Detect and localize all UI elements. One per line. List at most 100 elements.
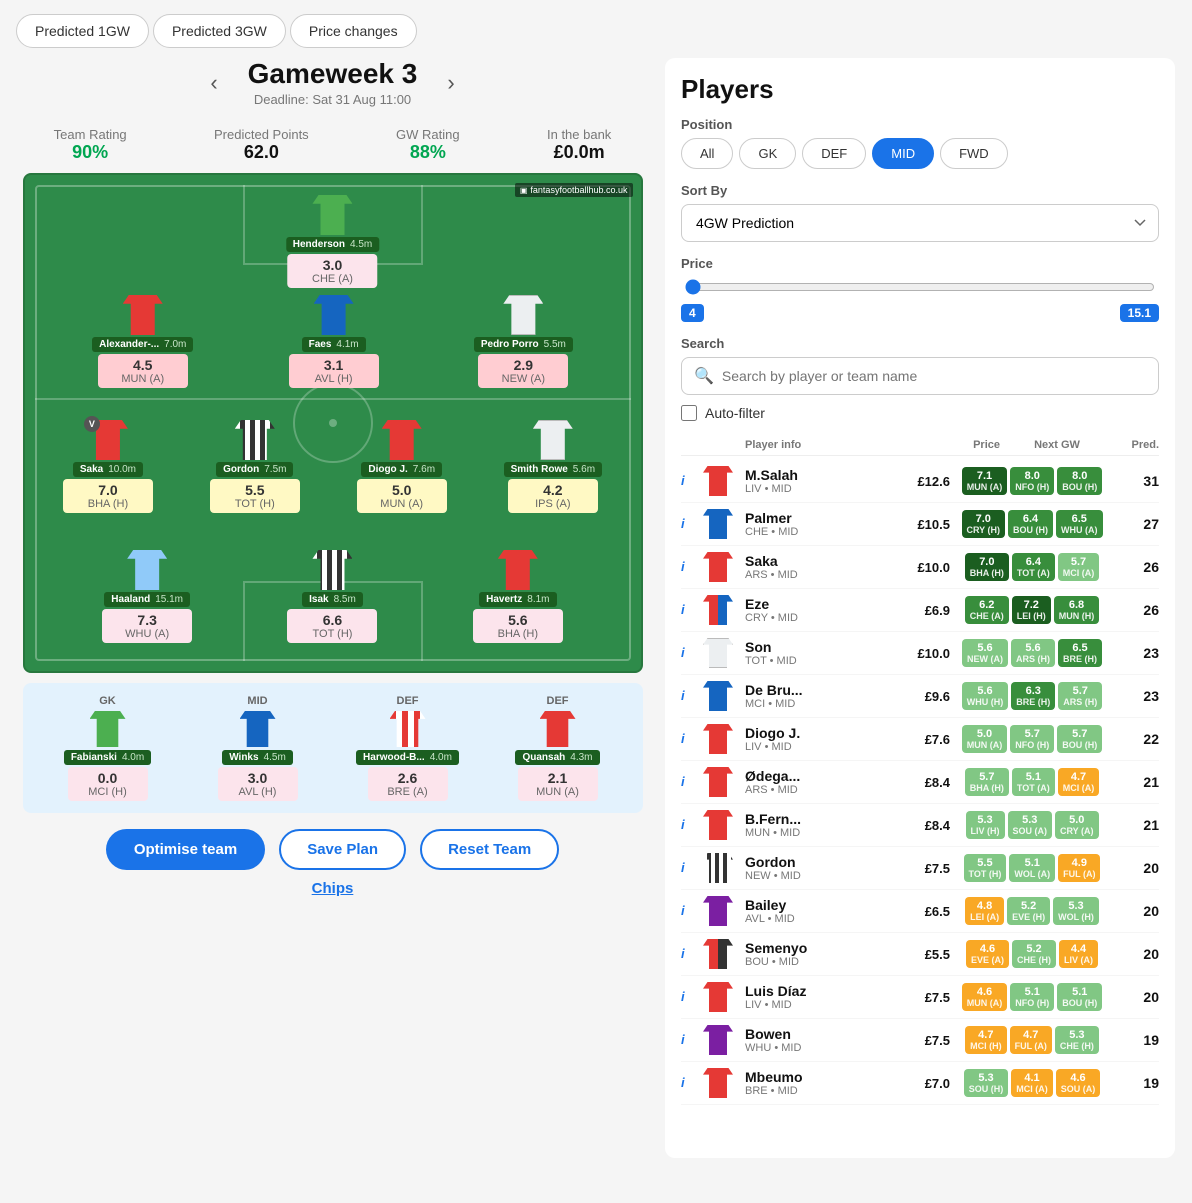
player-shirt-mini (703, 509, 739, 539)
fixture-badge: 6.8 MUN (H) (1054, 596, 1100, 624)
player-list-item[interactable]: i Eze CRY • MID £6.9 6.2 CHE (A) 7.2 LEI… (681, 589, 1159, 632)
player-info-icon[interactable]: i (681, 945, 697, 963)
player-haaland[interactable]: Haaland15.1m 7.3WHU (A) (102, 550, 192, 643)
pos-fwd[interactable]: FWD (940, 138, 1008, 169)
player-shirt-mini (703, 595, 739, 625)
player-isak[interactable]: Isak8.5m 6.6TOT (H) (287, 550, 377, 643)
player-list-item[interactable]: i Mbeumo BRE • MID £7.0 5.3 SOU (H) 4.1 … (681, 1062, 1159, 1105)
player-info-icon[interactable]: i (681, 859, 697, 877)
player-pedro-porro[interactable]: Pedro Porro5.5m 2.9NEW (A) (474, 295, 573, 388)
fixture-badge: 5.3 WOL (H) (1053, 897, 1099, 925)
player-list-item[interactable]: i Saka ARS • MID £10.0 7.0 BHA (H) 6.4 T… (681, 546, 1159, 589)
tab-predicted-1gw[interactable]: Predicted 1GW (16, 14, 149, 48)
gameweek-title: Gameweek 3 (248, 58, 418, 90)
player-fixtures: 5.6 WHU (H) 6.3 BRE (H) 5.7 ARS (H) (950, 682, 1114, 710)
pos-mid[interactable]: MID (872, 138, 934, 169)
player-pred: 26 (1114, 602, 1159, 618)
player-list-item[interactable]: i Son TOT • MID £10.0 5.6 NEW (A) 5.6 AR… (681, 632, 1159, 675)
tab-price-changes[interactable]: Price changes (290, 14, 417, 48)
player-havertz[interactable]: Havertz8.1m 5.6BHA (H) (473, 550, 563, 643)
player-name-col: Bowen WHU • MID (745, 1026, 895, 1054)
fixture-badge: 5.7 NFO (H) (1010, 725, 1054, 753)
player-info-icon[interactable]: i (681, 902, 697, 920)
player-list-item[interactable]: i Luis Díaz LIV • MID £7.5 4.6 MUN (A) 5… (681, 976, 1159, 1019)
player-saka[interactable]: V Saka10.0m 7.0BHA (H) (63, 420, 153, 513)
player-price: £10.5 (895, 517, 950, 532)
bench-fabianski[interactable]: GK Fabianski4.0m 0.0MCI (H) (48, 695, 168, 801)
player-shirt-mini (703, 638, 739, 668)
player-info-icon[interactable]: i (681, 687, 697, 705)
player-info-icon[interactable]: i (681, 644, 697, 662)
fixture-badge: 5.3 LIV (H) (966, 811, 1005, 839)
player-list-item[interactable]: i Semenyo BOU • MID £5.5 4.6 EVE (A) 5.2… (681, 933, 1159, 976)
gameweek-deadline: Deadline: Sat 31 Aug 11:00 (248, 92, 418, 107)
player-name-col: Semenyo BOU • MID (745, 940, 895, 968)
bench-quansah[interactable]: DEF Quansah4.3m 2.1MUN (A) (498, 695, 618, 801)
player-list-item[interactable]: i Ødega... ARS • MID £8.4 5.7 BHA (H) 5.… (681, 761, 1159, 804)
sort-select[interactable]: 4GW Prediction Price Total Points Form (681, 204, 1159, 242)
player-smith-rowe[interactable]: Smith Rowe5.6m 4.2IPS (A) (504, 420, 602, 513)
player-gordon[interactable]: Gordon7.5m 5.5TOT (H) (210, 420, 300, 513)
player-shirt-mini (703, 1068, 739, 1098)
player-diogo-j[interactable]: Diogo J.7.6m 5.0MUN (A) (357, 420, 447, 513)
search-input[interactable] (722, 368, 1146, 384)
player-pred: 19 (1114, 1032, 1159, 1048)
player-fixtures: 5.5 TOT (H) 5.1 WOL (A) 4.9 FUL (A) (950, 854, 1114, 882)
player-list-item[interactable]: i B.Fern... MUN • MID £8.4 5.3 LIV (H) 5… (681, 804, 1159, 847)
player-info-icon[interactable]: i (681, 1074, 697, 1092)
price-min-slider[interactable] (685, 279, 1155, 295)
player-list-item[interactable]: i Palmer CHE • MID £10.5 7.0 CRY (H) 6.4… (681, 503, 1159, 546)
player-list-item[interactable]: i Gordon NEW • MID £7.5 5.5 TOT (H) 5.1 … (681, 847, 1159, 890)
player-list-item[interactable]: i Bowen WHU • MID £7.5 4.7 MCI (H) 4.7 F… (681, 1019, 1159, 1062)
player-info-icon[interactable]: i (681, 773, 697, 791)
fixture-badge: 6.4 BOU (H) (1008, 510, 1053, 538)
player-info-icon[interactable]: i (681, 730, 697, 748)
player-info-icon[interactable]: i (681, 601, 697, 619)
player-list-item[interactable]: i Bailey AVL • MID £6.5 4.8 LEI (A) 5.2 … (681, 890, 1159, 933)
player-list-item[interactable]: i M.Salah LIV • MID £12.6 7.1 MUN (A) 8.… (681, 460, 1159, 503)
midfielder-row: V Saka10.0m 7.0BHA (H) Gordon7.5m 5.5TOT… (25, 420, 641, 513)
players-panel: Players Position All GK DEF MID FWD Sort… (665, 58, 1175, 1158)
bench-harwood-bellamy[interactable]: DEF Harwood-B...4.0m 2.6BRE (A) (348, 695, 468, 801)
player-info-icon[interactable]: i (681, 472, 697, 490)
player-shirt-mini (703, 853, 739, 883)
player-fixtures: 5.0 MUN (A) 5.7 NFO (H) 5.7 BOU (H) (950, 725, 1114, 753)
price-label: Price (681, 256, 1159, 271)
bench-winks[interactable]: MID Winks4.5m 3.0AVL (H) (198, 695, 318, 801)
player-henderson[interactable]: Henderson4.5m 3.0 CHE (A) (286, 195, 379, 288)
fixture-badge: 4.7 MCI (H) (965, 1026, 1007, 1054)
player-info-icon[interactable]: i (681, 988, 697, 1006)
player-alexander[interactable]: Alexander-...7.0m 4.5MUN (A) (92, 295, 193, 388)
tab-predicted-3gw[interactable]: Predicted 3GW (153, 14, 286, 48)
chips-link[interactable]: Chips (312, 880, 354, 897)
player-info-icon[interactable]: i (681, 1031, 697, 1049)
fixture-badge: 4.7 MCI (A) (1058, 768, 1100, 796)
prev-gameweek-button[interactable]: ‹ (200, 66, 227, 100)
fixture-badge: 5.1 TOT (A) (1012, 768, 1055, 796)
save-plan-button[interactable]: Save Plan (279, 829, 406, 870)
player-info-icon[interactable]: i (681, 515, 697, 533)
pos-def[interactable]: DEF (802, 138, 866, 169)
player-fixtures: 4.8 LEI (A) 5.2 EVE (H) 5.3 WOL (H) (950, 897, 1114, 925)
player-faes[interactable]: Faes4.1m 3.1AVL (H) (289, 295, 379, 388)
fixture-badge: 4.8 LEI (A) (965, 897, 1004, 925)
player-name-col: Son TOT • MID (745, 639, 895, 667)
player-list-item[interactable]: i De Bru... MCI • MID £9.6 5.6 WHU (H) 6… (681, 675, 1159, 718)
position-label: Position (681, 117, 1159, 132)
autofilter-checkbox[interactable] (681, 405, 697, 421)
player-price: £10.0 (895, 560, 950, 575)
player-fixtures: 5.6 NEW (A) 5.6 ARS (H) 6.5 BRE (H) (950, 639, 1114, 667)
optimise-team-button[interactable]: Optimise team (106, 829, 265, 870)
reset-team-button[interactable]: Reset Team (420, 829, 559, 870)
pos-gk[interactable]: GK (739, 138, 796, 169)
pos-all[interactable]: All (681, 138, 733, 169)
player-info-icon[interactable]: i (681, 558, 697, 576)
player-pred: 20 (1114, 903, 1159, 919)
fixture-badge: 4.6 MUN (A) (962, 983, 1008, 1011)
next-gameweek-button[interactable]: › (437, 66, 464, 100)
player-info-icon[interactable]: i (681, 816, 697, 834)
fixture-badge: 5.7 MCI (A) (1058, 553, 1100, 581)
player-shirt-mini (703, 939, 739, 969)
player-list-item[interactable]: i Diogo J. LIV • MID £7.6 5.0 MUN (A) 5.… (681, 718, 1159, 761)
player-price: £8.4 (895, 818, 950, 833)
